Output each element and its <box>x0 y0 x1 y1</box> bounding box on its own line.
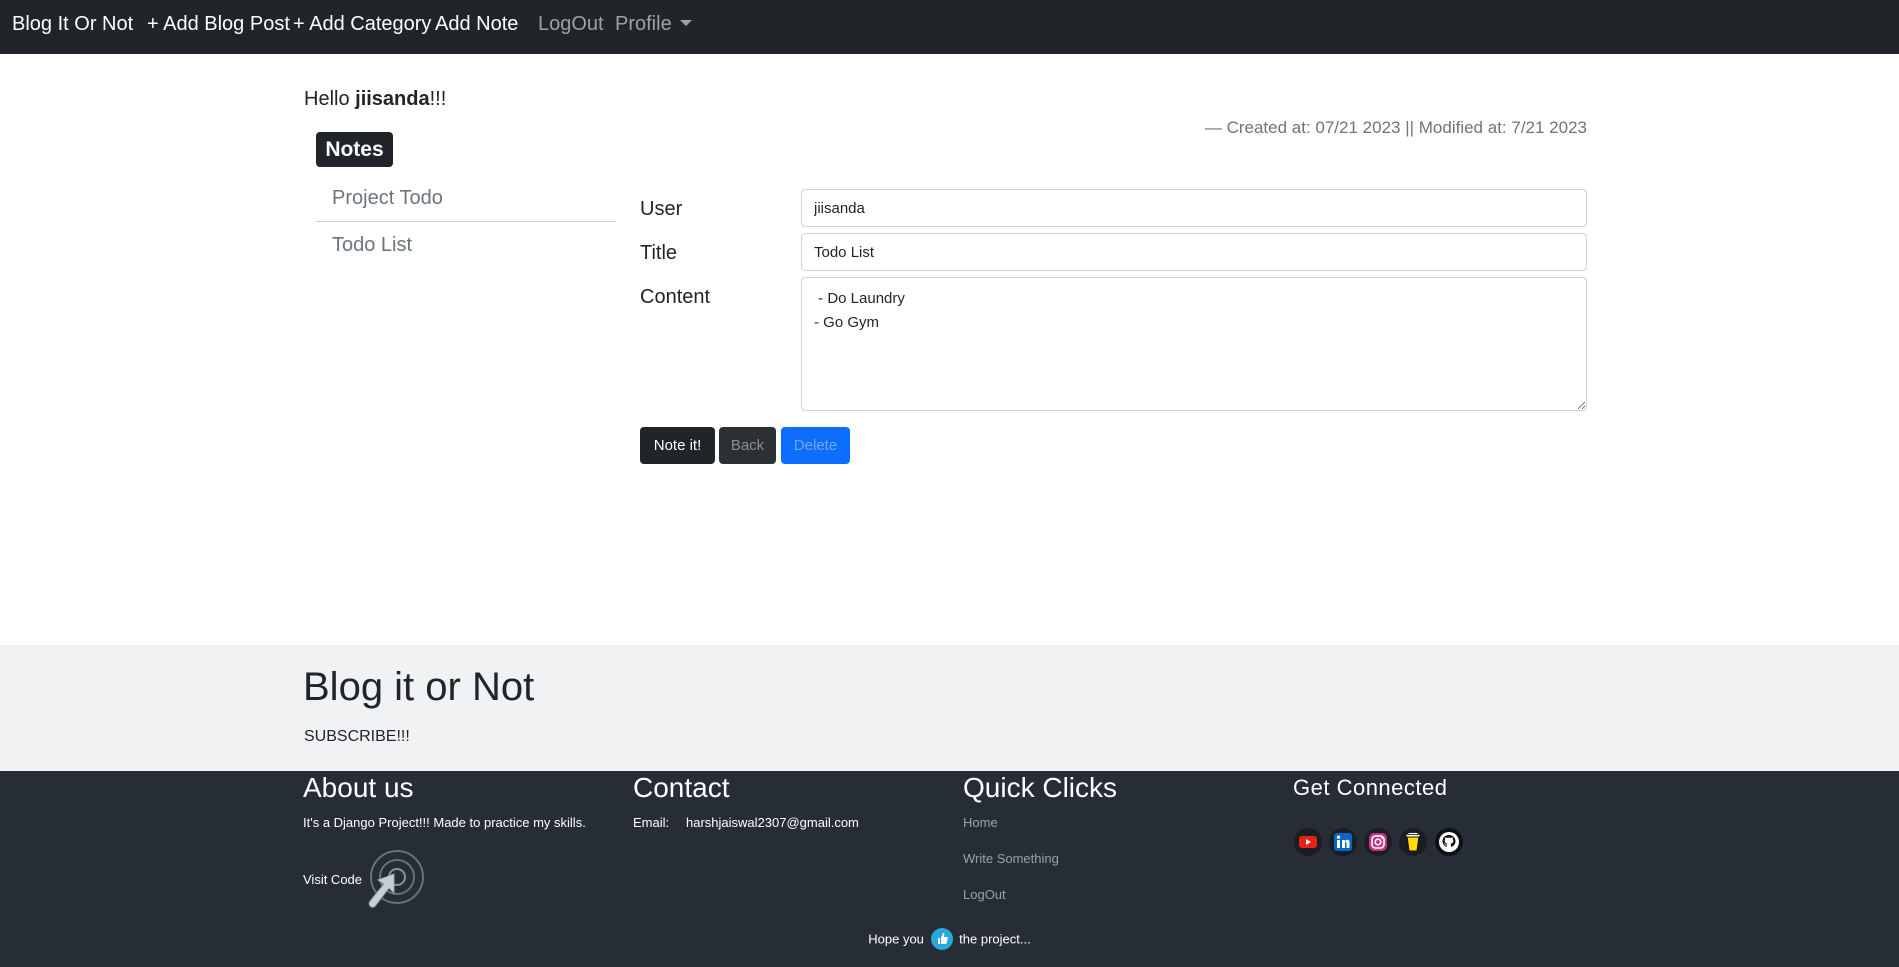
github-icon[interactable] <box>1435 828 1463 856</box>
add-category-link[interactable]: + Add Category <box>293 12 431 36</box>
quick-clicks-heading: Quick Clicks <box>963 772 1118 803</box>
contact-heading: Contact <box>633 772 730 803</box>
email-label: Email: <box>633 815 670 830</box>
thumbs-up-icon <box>930 928 953 950</box>
user-label: User <box>640 198 683 220</box>
profile-label: Profile <box>615 13 672 35</box>
content-label: Content <box>640 286 711 308</box>
footer: About us It's a Django Project!!! Made t… <box>0 771 1899 967</box>
logout-link[interactable]: LogOut <box>538 12 604 36</box>
user-field[interactable] <box>801 189 1587 227</box>
profile-dropdown[interactable]: Profile <box>615 12 692 36</box>
footer-write-link[interactable]: Write Something <box>963 851 1059 866</box>
visit-code-link[interactable]: Visit Code <box>303 872 362 887</box>
title-field[interactable] <box>801 233 1587 271</box>
brand-link[interactable]: Blog It Or Not <box>12 12 133 36</box>
greeting-suffix: !!! <box>429 88 447 110</box>
footer-brand: Blog it or Not <box>303 665 535 709</box>
greeting-username: jiisanda <box>355 88 430 110</box>
instagram-icon[interactable] <box>1364 828 1392 856</box>
note-item-project-todo[interactable]: Project Todo <box>316 176 616 222</box>
subscribe-text: SUBSCRIBE!!! <box>304 728 410 745</box>
save-note-button[interactable]: Note it! <box>640 427 715 464</box>
about-text: It's a Django Project!!! Made to practic… <box>303 815 586 830</box>
buymeacoffee-icon[interactable] <box>1399 828 1427 856</box>
greeting-prefix: Hello <box>304 88 356 110</box>
footer-banner: Blog it or Not SUBSCRIBE!!! <box>0 645 1899 771</box>
youtube-icon[interactable] <box>1294 828 1322 856</box>
content-textarea[interactable]: - Do Laundry - Go Gym <box>801 277 1587 411</box>
notes-list: Project Todo Todo List <box>316 176 616 268</box>
notes-heading: Notes <box>316 132 393 167</box>
title-label: Title <box>640 242 678 264</box>
note-timestamps: — Created at: 07/21 2023 || Modified at:… <box>1204 118 1587 137</box>
add-blog-post-link[interactable]: + Add Blog Post <box>147 12 290 36</box>
note-item-todo-list[interactable]: Todo List <box>316 223 616 268</box>
footer-logout-link[interactable]: LogOut <box>963 887 1006 902</box>
back-button[interactable]: Back <box>719 427 776 464</box>
about-heading: About us <box>303 772 414 803</box>
hope-text: Hope you the project... <box>0 928 1899 951</box>
chevron-down-icon <box>679 20 692 27</box>
hope-suffix: the project... <box>959 931 1031 947</box>
navbar: Blog It Or Not + Add Blog Post + Add Cat… <box>0 0 1899 54</box>
click-pointer-icon[interactable] <box>364 849 426 911</box>
footer-home-link[interactable]: Home <box>963 815 998 830</box>
hope-prefix: Hope you <box>868 931 924 947</box>
delete-button[interactable]: Delete <box>781 427 850 464</box>
greeting: Hello jiisanda!!! <box>304 88 446 111</box>
linkedin-icon[interactable] <box>1329 828 1357 856</box>
email-link[interactable]: harshjaiswal2307@gmail.com <box>686 815 859 830</box>
get-connected-heading: Get Connected <box>1293 775 1448 800</box>
add-note-link[interactable]: Add Note <box>435 12 518 36</box>
